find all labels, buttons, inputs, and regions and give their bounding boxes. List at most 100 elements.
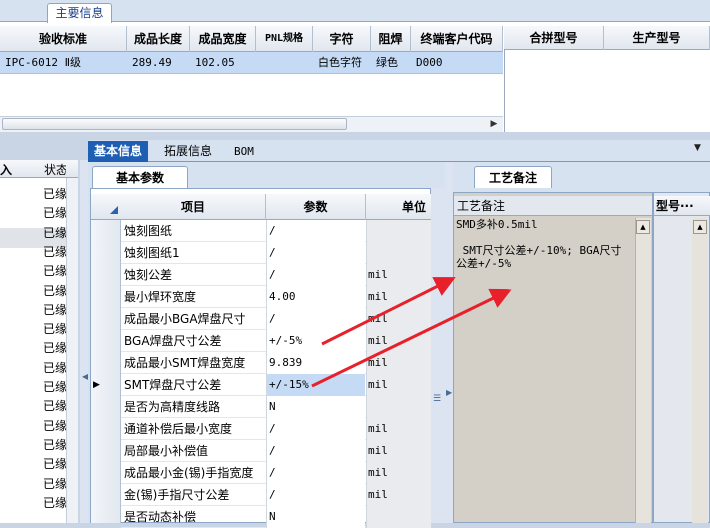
list-item-status[interactable]: 已缘	[43, 339, 67, 356]
list-item-status[interactable]: 已缘	[43, 417, 67, 434]
tab-extended-info[interactable]: 拓展信息	[158, 141, 218, 162]
grid-scroll-grip-icon[interactable]: ☰	[433, 394, 441, 404]
list-item-status[interactable]: 已缘	[43, 320, 67, 337]
scroll-up-icon[interactable]: ▲	[693, 220, 707, 234]
grid-corner-icon	[110, 206, 118, 214]
cell-item: 局部最小补偿值	[124, 444, 209, 458]
cell-unit: mil	[366, 484, 431, 506]
process-notes-header[interactable]: 工艺备注	[454, 196, 652, 216]
cell-pnl	[256, 52, 313, 74]
cell-item: 是否为高精度线路	[124, 400, 221, 414]
list-item-status[interactable]: 已缘	[43, 359, 67, 376]
cell-param[interactable]: /	[266, 264, 365, 286]
list-item-status[interactable]: 已缘	[43, 475, 67, 492]
scrollbar-thumb[interactable]	[2, 118, 347, 130]
cell-param[interactable]: 9.839	[266, 352, 365, 374]
column-header-merged-model[interactable]: 合拼型号	[504, 26, 604, 50]
cell-unit: mil	[366, 418, 431, 440]
tab-basic-info[interactable]: 基本信息	[88, 141, 149, 162]
column-header-mask[interactable]: 阻焊	[371, 26, 411, 52]
list-item-status[interactable]: 已缘	[43, 185, 67, 202]
model-vertical-scrollbar[interactable]	[692, 218, 708, 523]
list-item-status[interactable]: 已缘	[43, 301, 67, 318]
cell-item: 成品最小BGA焊盘尺寸	[124, 312, 246, 326]
cell-item: 金(锡)手指尺寸公差	[124, 488, 230, 502]
list-item-status[interactable]: 已缘	[43, 455, 67, 472]
column-header-status[interactable]: 状态	[44, 161, 66, 178]
column-header-param[interactable]: 参数	[266, 194, 366, 220]
list-item-status[interactable]: 已缘	[43, 282, 67, 299]
cell-item: SMT焊盘尺寸公差	[124, 378, 222, 392]
cell-param[interactable]: N	[266, 506, 365, 528]
tab-process-notes[interactable]: 工艺备注	[474, 166, 552, 188]
cell-param[interactable]: /	[266, 308, 365, 330]
cell-item: BGA焊盘尺寸公差	[124, 334, 222, 348]
cell-param[interactable]: +/-5%	[266, 330, 365, 352]
cell-item: 蚀刻图纸1	[124, 246, 180, 260]
column-header-pnl[interactable]: PNL规格	[256, 26, 313, 52]
tab-menu-dropdown-icon[interactable]: ▼	[694, 143, 706, 157]
cell-param[interactable]: +/-15%	[266, 374, 365, 396]
cell-width: 102.05	[195, 56, 235, 69]
column-header-production-model[interactable]: 生产型号	[604, 26, 710, 50]
cell-unit: mil	[366, 352, 431, 374]
list-item-status[interactable]: 已缘	[43, 204, 67, 221]
cell-mask: 绿色	[376, 56, 398, 69]
cell-unit: mil	[366, 462, 431, 484]
cell-unit: mil	[366, 330, 431, 352]
row-header-column	[91, 220, 121, 523]
list-item-status[interactable]: 已缘	[43, 243, 67, 260]
cell-unit: mil	[366, 264, 431, 286]
cell-param[interactable]: /	[266, 440, 365, 462]
cell-unit: mil	[366, 440, 431, 462]
tab-basic-params[interactable]: 基本参数	[92, 166, 188, 188]
cell-item: 蚀刻公差	[124, 268, 173, 282]
cell-acceptance: IPC-6012 Ⅱ级	[5, 56, 82, 69]
cell-unit: mil	[366, 308, 431, 330]
tab-bom[interactable]: BOM	[228, 141, 260, 162]
splitter-grip-icon[interactable]: ◀	[82, 372, 88, 392]
list-item-status[interactable]: 已缘	[43, 397, 67, 414]
cell-param[interactable]: 4.00	[266, 286, 365, 308]
cell-unit: mil	[366, 286, 431, 308]
grid-vertical-scrollbar[interactable]	[431, 188, 445, 523]
current-row-indicator-icon: ▶	[93, 380, 100, 390]
cell-param[interactable]: /	[266, 462, 365, 484]
list-item-status[interactable]: 已缘	[43, 378, 67, 395]
scroll-up-icon[interactable]: ▲	[636, 220, 650, 234]
scroll-right-icon[interactable]: ▶	[487, 118, 501, 130]
column-header-customer-code[interactable]: 终端客户代码	[411, 26, 503, 52]
cell-item: 是否动态补偿	[124, 510, 197, 524]
column-header-model[interactable]: 型号···	[654, 196, 710, 216]
cell-unit	[366, 220, 431, 242]
list-item-status[interactable]: 已缘	[43, 224, 67, 241]
list-item-status[interactable]: 已缘	[43, 494, 67, 511]
cell-char: 白色字符	[318, 56, 362, 69]
column-header-width[interactable]: 成品宽度	[190, 26, 256, 52]
cell-param[interactable]: N	[266, 396, 365, 418]
column-header-length[interactable]: 成品长度	[127, 26, 190, 52]
cell-item: 通道补偿后最小宽度	[124, 422, 233, 436]
list-item-status[interactable]: 已缘	[43, 436, 67, 453]
cell-param[interactable]: /	[266, 220, 365, 242]
splitter-grip-icon[interactable]: ▶	[446, 388, 452, 397]
cell-param[interactable]: /	[266, 418, 365, 440]
left-splitter[interactable]	[80, 160, 88, 523]
list-item-status[interactable]: 已缘	[43, 262, 67, 279]
column-header-item[interactable]: 项目	[121, 194, 266, 220]
column-header-partial[interactable]: 入	[0, 161, 12, 178]
process-notes-textarea[interactable]: SMD多补0.5mil SMT尺寸公差+/-10%; BGA尺寸公差+/-5%	[456, 218, 632, 518]
left-vertical-scrollbar[interactable]	[66, 178, 78, 523]
notes-vertical-scrollbar[interactable]	[635, 218, 651, 523]
column-header-unit[interactable]: 单位	[366, 194, 431, 220]
tab-main-info[interactable]: 主要信息	[47, 3, 112, 23]
middle-splitter[interactable]	[445, 162, 453, 523]
column-header-char[interactable]: 字符	[313, 26, 371, 52]
cell-item: 最小焊环宽度	[124, 290, 197, 304]
cell-param[interactable]: /	[266, 484, 365, 506]
column-header-acceptance[interactable]: 验收标准	[0, 26, 127, 52]
cell-unit: mil	[366, 374, 431, 396]
cell-param[interactable]: /	[266, 242, 365, 264]
cell-item: 成品最小金(锡)手指宽度	[124, 466, 254, 480]
cell-unit	[366, 242, 431, 264]
